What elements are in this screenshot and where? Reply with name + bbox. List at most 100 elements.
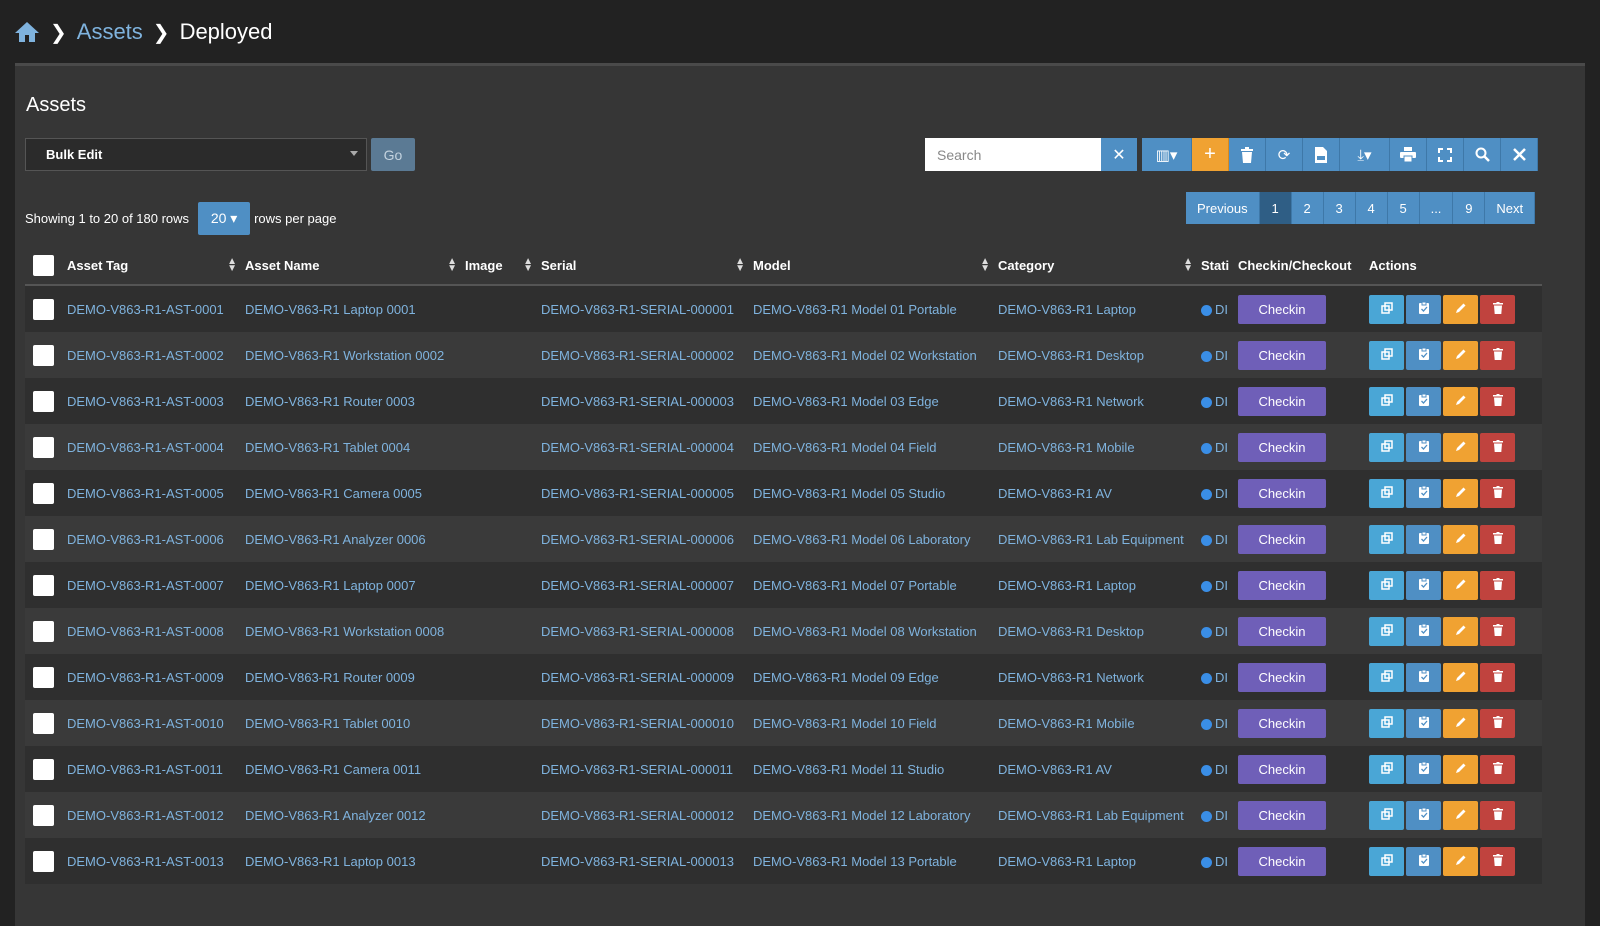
column-asset-tag[interactable]: Asset Tag ▲ ▼ bbox=[63, 246, 241, 286]
model-link[interactable]: DEMO-V863-R1 Model 12 Laboratory bbox=[749, 792, 994, 838]
category-link[interactable]: DEMO-V863-R1 Laptop bbox=[994, 562, 1197, 608]
asset-tag-link[interactable]: DEMO-V863-R1-AST-0002 bbox=[63, 332, 241, 378]
delete-icon[interactable] bbox=[1480, 340, 1515, 370]
column-image[interactable]: Image ▲ ▼ bbox=[461, 246, 537, 286]
audit-icon[interactable] bbox=[1406, 340, 1441, 370]
edit-icon[interactable] bbox=[1443, 662, 1478, 692]
edit-icon[interactable] bbox=[1443, 570, 1478, 600]
page-previous-button[interactable]: Previous bbox=[1186, 192, 1260, 224]
row-checkbox[interactable] bbox=[33, 298, 54, 320]
category-link[interactable]: DEMO-V863-R1 Mobile bbox=[994, 424, 1197, 470]
edit-icon[interactable] bbox=[1443, 340, 1478, 370]
status-label[interactable]: DI bbox=[1215, 486, 1228, 501]
serial-link[interactable]: DEMO-V863-R1-SERIAL-000004 bbox=[537, 424, 749, 470]
status-label[interactable]: DI bbox=[1215, 348, 1228, 363]
checkin-button[interactable]: Checkin bbox=[1238, 662, 1326, 692]
asset-name-link[interactable]: DEMO-V863-R1 Router 0003 bbox=[241, 378, 461, 424]
category-link[interactable]: DEMO-V863-R1 Laptop bbox=[994, 838, 1197, 884]
serial-link[interactable]: DEMO-V863-R1-SERIAL-000008 bbox=[537, 608, 749, 654]
model-link[interactable]: DEMO-V863-R1 Model 06 Laboratory bbox=[749, 516, 994, 562]
category-link[interactable]: DEMO-V863-R1 Desktop bbox=[994, 332, 1197, 378]
page-next-button[interactable]: Next bbox=[1485, 192, 1536, 224]
row-checkbox[interactable] bbox=[33, 344, 54, 366]
status-label[interactable]: DI bbox=[1215, 394, 1228, 409]
status-label[interactable]: DI bbox=[1215, 670, 1228, 685]
row-checkbox[interactable] bbox=[33, 850, 54, 872]
status-label[interactable]: DI bbox=[1215, 854, 1228, 869]
audit-icon[interactable] bbox=[1406, 294, 1441, 324]
select-all-checkbox[interactable] bbox=[33, 254, 54, 276]
category-link[interactable]: DEMO-V863-R1 Mobile bbox=[994, 700, 1197, 746]
rows-per-page-dropdown[interactable]: 20 ▾ bbox=[198, 202, 251, 235]
serial-link[interactable]: DEMO-V863-R1-SERIAL-000011 bbox=[537, 746, 749, 792]
status-label[interactable]: DI bbox=[1215, 762, 1228, 777]
clone-icon[interactable] bbox=[1369, 340, 1404, 370]
breadcrumb-assets-link[interactable]: Assets bbox=[77, 19, 143, 45]
page-9-button[interactable]: 9 bbox=[1453, 192, 1486, 224]
asset-name-link[interactable]: DEMO-V863-R1 Laptop 0001 bbox=[241, 285, 461, 332]
category-link[interactable]: DEMO-V863-R1 AV bbox=[994, 470, 1197, 516]
row-checkbox[interactable] bbox=[33, 482, 54, 504]
clone-icon[interactable] bbox=[1369, 432, 1404, 462]
columns-icon[interactable]: ▥▾ bbox=[1142, 138, 1192, 171]
page-5-button[interactable]: 5 bbox=[1387, 192, 1420, 224]
asset-name-link[interactable]: DEMO-V863-R1 Camera 0011 bbox=[241, 746, 461, 792]
model-link[interactable]: DEMO-V863-R1 Model 09 Edge bbox=[749, 654, 994, 700]
serial-link[interactable]: DEMO-V863-R1-SERIAL-000012 bbox=[537, 792, 749, 838]
column-asset-name[interactable]: Asset Name ▲ ▼ bbox=[241, 246, 461, 286]
asset-tag-link[interactable]: DEMO-V863-R1-AST-0008 bbox=[63, 608, 241, 654]
asset-tag-link[interactable]: DEMO-V863-R1-AST-0006 bbox=[63, 516, 241, 562]
search-input[interactable] bbox=[925, 138, 1101, 171]
trash-icon[interactable] bbox=[1229, 138, 1266, 171]
audit-icon[interactable] bbox=[1406, 708, 1441, 738]
edit-icon[interactable] bbox=[1443, 524, 1478, 554]
asset-tag-link[interactable]: DEMO-V863-R1-AST-0011 bbox=[63, 746, 241, 792]
asset-tag-link[interactable]: DEMO-V863-R1-AST-0007 bbox=[63, 562, 241, 608]
page-2-button[interactable]: 2 bbox=[1291, 192, 1324, 224]
page-3-button[interactable]: 3 bbox=[1323, 192, 1356, 224]
serial-link[interactable]: DEMO-V863-R1-SERIAL-000001 bbox=[537, 285, 749, 332]
asset-tag-link[interactable]: DEMO-V863-R1-AST-0001 bbox=[63, 285, 241, 332]
asset-tag-link[interactable]: DEMO-V863-R1-AST-0013 bbox=[63, 838, 241, 884]
audit-icon[interactable] bbox=[1406, 800, 1441, 830]
audit-icon[interactable] bbox=[1406, 524, 1441, 554]
asset-tag-link[interactable]: DEMO-V863-R1-AST-0003 bbox=[63, 378, 241, 424]
model-link[interactable]: DEMO-V863-R1 Model 04 Field bbox=[749, 424, 994, 470]
delete-icon[interactable] bbox=[1480, 616, 1515, 646]
serial-link[interactable]: DEMO-V863-R1-SERIAL-000009 bbox=[537, 654, 749, 700]
clone-icon[interactable] bbox=[1369, 616, 1404, 646]
checkin-button[interactable]: Checkin bbox=[1238, 616, 1326, 646]
status-label[interactable]: DI bbox=[1215, 302, 1228, 317]
status-label[interactable]: DI bbox=[1215, 440, 1228, 455]
row-checkbox[interactable] bbox=[33, 804, 54, 826]
category-link[interactable]: DEMO-V863-R1 Network bbox=[994, 378, 1197, 424]
status-label[interactable]: DI bbox=[1215, 578, 1228, 593]
audit-icon[interactable] bbox=[1406, 616, 1441, 646]
audit-icon[interactable] bbox=[1406, 662, 1441, 692]
edit-icon[interactable] bbox=[1443, 386, 1478, 416]
delete-icon[interactable] bbox=[1480, 386, 1515, 416]
serial-link[interactable]: DEMO-V863-R1-SERIAL-000013 bbox=[537, 838, 749, 884]
delete-icon[interactable] bbox=[1480, 800, 1515, 830]
edit-icon[interactable] bbox=[1443, 800, 1478, 830]
asset-name-link[interactable]: DEMO-V863-R1 Camera 0005 bbox=[241, 470, 461, 516]
clone-icon[interactable] bbox=[1369, 524, 1404, 554]
refresh-icon[interactable]: ⟳ bbox=[1266, 138, 1303, 171]
serial-link[interactable]: DEMO-V863-R1-SERIAL-000010 bbox=[537, 700, 749, 746]
serial-link[interactable]: DEMO-V863-R1-SERIAL-000005 bbox=[537, 470, 749, 516]
edit-icon[interactable] bbox=[1443, 294, 1478, 324]
serial-link[interactable]: DEMO-V863-R1-SERIAL-000003 bbox=[537, 378, 749, 424]
asset-name-link[interactable]: DEMO-V863-R1 Workstation 0008 bbox=[241, 608, 461, 654]
checkin-button[interactable]: Checkin bbox=[1238, 570, 1326, 600]
row-checkbox[interactable] bbox=[33, 666, 54, 688]
clone-icon[interactable] bbox=[1369, 386, 1404, 416]
delete-icon[interactable] bbox=[1480, 754, 1515, 784]
model-link[interactable]: DEMO-V863-R1 Model 05 Studio bbox=[749, 470, 994, 516]
clone-icon[interactable] bbox=[1369, 754, 1404, 784]
column-status[interactable]: Stati bbox=[1197, 246, 1234, 286]
category-link[interactable]: DEMO-V863-R1 Lab Equipment bbox=[994, 792, 1197, 838]
status-label[interactable]: DI bbox=[1215, 624, 1228, 639]
status-label[interactable]: DI bbox=[1215, 808, 1228, 823]
checkin-button[interactable]: Checkin bbox=[1238, 432, 1326, 462]
status-label[interactable]: DI bbox=[1215, 716, 1228, 731]
